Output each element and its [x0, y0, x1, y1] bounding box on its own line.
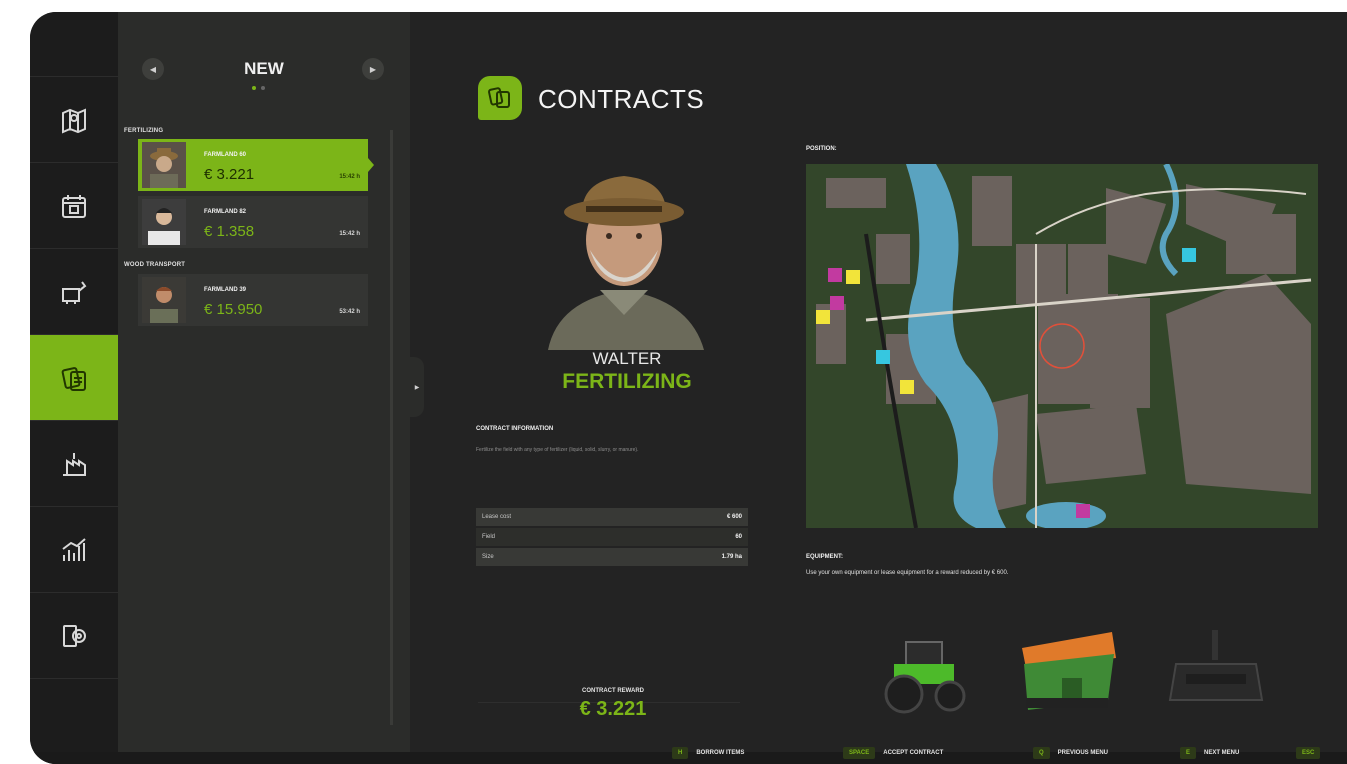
hint-accept[interactable]: SPACE ACCEPT CONTRACT [843, 742, 943, 764]
category-label: FERTILIZING [124, 128, 164, 134]
entry-time: 15:42 h [339, 174, 360, 180]
equipment-description: Use your own equipment or lease equipmen… [806, 570, 1009, 576]
hint-key: SPACE [843, 747, 876, 759]
rail-item-animals[interactable] [30, 248, 118, 334]
rail-item-map[interactable] [30, 76, 118, 162]
entry-reward: € 1.358 [204, 223, 255, 240]
rail-divider [30, 678, 118, 679]
field-map[interactable] [806, 164, 1318, 528]
entry-field: FARMLAND 60 [204, 152, 247, 158]
reward-value: € 3.221 [579, 698, 647, 720]
collapse-panel-button[interactable]: ▶ [410, 357, 424, 417]
hint-label: NEXT MENU [1204, 750, 1240, 756]
menu-rail [30, 12, 125, 764]
hint-next-menu[interactable]: E NEXT MENU [1180, 742, 1239, 764]
entry-time: 15:42 h [339, 231, 360, 237]
list-header: ◀ NEW ▶ [118, 54, 410, 94]
detail-row: Field 60 [476, 528, 748, 548]
entry-field: FARMLAND 82 [204, 209, 247, 215]
contract-entry[interactable]: FARMLAND 82 € 1.358 15:42 h [138, 196, 368, 248]
rail-item-settings[interactable] [30, 592, 118, 678]
position-label: POSITION: [806, 146, 837, 152]
equipment-label: EQUIPMENT: [806, 554, 844, 560]
npc-avatar [142, 277, 186, 323]
contract-reward: CONTRACT REWARD € 3.221 [478, 688, 748, 721]
detail-row: Size 1.79 ha [476, 548, 748, 568]
hint-key: Q [1033, 747, 1050, 759]
page-indicator [252, 86, 265, 90]
contract-description: Fertilize the field with any type of fer… [476, 447, 639, 453]
npc-portrait [508, 140, 740, 350]
contracts-title-icon [478, 76, 522, 120]
rail-item-statistics[interactable] [30, 506, 118, 592]
settings-icon [63, 624, 86, 647]
rail-item-production[interactable] [30, 420, 118, 506]
hint-label: PREVIOUS MENU [1057, 750, 1109, 756]
hint-escape[interactable]: ESC [1296, 742, 1321, 764]
spreader-item[interactable] [1012, 628, 1122, 723]
entry-field: FARMLAND 39 [204, 287, 247, 293]
contracts-icon [61, 366, 86, 391]
map-icon [62, 107, 86, 134]
entry-reward: € 15.950 [204, 301, 263, 318]
tractor-item[interactable] [872, 624, 976, 721]
npc-avatar [142, 199, 186, 245]
page-title: CONTRACTS [538, 84, 705, 114]
hint-borrow[interactable]: H BORROW ITEMS [672, 742, 744, 764]
contract-details-table: Lease cost € 600 Field 60 Size 1.79 ha [476, 508, 748, 568]
entry-time: 53:42 h [339, 309, 360, 315]
hint-previous-menu[interactable]: Q PREVIOUS MENU [1033, 742, 1108, 764]
hint-label: ACCEPT CONTRACT [883, 750, 944, 756]
contract-info-label: CONTRACT INFORMATION [476, 426, 554, 432]
contract-type: FERTILIZING [562, 370, 692, 393]
animals-icon [62, 280, 87, 304]
hint-key: E [1180, 747, 1197, 759]
detail-row: Lease cost € 600 [476, 508, 748, 528]
category-label: WOOD TRANSPORT [124, 262, 186, 268]
contracts-icon [488, 87, 510, 108]
contract-entry[interactable]: FARMLAND 39 € 15.950 53:42 h [138, 274, 368, 326]
npc-avatar [142, 142, 186, 188]
hint-key: ESC [1296, 747, 1321, 759]
game-menu-screen: ◀ NEW ▶ FERTILIZING FARMLAND 60 € 3.221 … [30, 12, 1347, 764]
npc-name: WALTER [592, 349, 662, 368]
production-icon [63, 452, 86, 476]
contract-list-panel: ◀ NEW ▶ FERTILIZING FARMLAND 60 € 3.221 … [118, 12, 410, 752]
entry-reward: € 3.221 [204, 166, 255, 183]
rail-item-contracts[interactable] [30, 334, 125, 420]
reward-label: CONTRACT REWARD [582, 688, 644, 694]
contract-entry-selected[interactable]: FARMLAND 60 € 3.221 15:42 h [138, 139, 374, 191]
rail-item-calendar[interactable] [30, 162, 118, 248]
hint-label: BORROW ITEMS [696, 750, 745, 756]
statistics-icon [62, 537, 86, 561]
list-scrollbar[interactable] [390, 130, 393, 725]
hint-key: H [672, 747, 689, 759]
next-page-button[interactable]: ▶ [362, 58, 384, 80]
calendar-icon [62, 194, 86, 218]
weight-item[interactable] [1166, 624, 1266, 719]
